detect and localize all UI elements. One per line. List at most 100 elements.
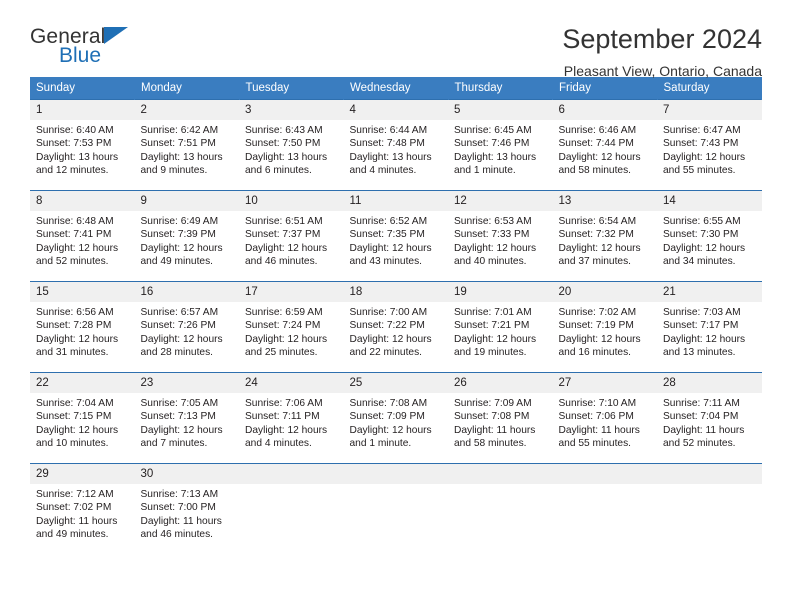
day-cell[interactable]: 29 Sunrise: 7:12 AM Sunset: 7:02 PM Dayligh… — [30, 463, 135, 552]
day-cell[interactable]: 28 Sunrise: 7:11 AM Sunset: 7:04 PM Dayligh… — [657, 372, 762, 464]
daylight-text-line1: Daylight: 13 hours — [349, 151, 432, 163]
day-cell[interactable]: 9 Sunrise: 6:49 AM Sunset: 7:39 PM Daylight… — [134, 190, 240, 282]
page-title: September 2024 — [562, 24, 762, 54]
day-cell[interactable]: 24 Sunrise: 7:06 AM Sunset: 7:11 PM Dayligh… — [239, 372, 344, 464]
day-cell[interactable]: 30 Sunrise: 7:13 AM Sunset: 7:00 PM Dayligh… — [134, 463, 240, 552]
day-cell[interactable]: 2 Sunrise: 6:42 AM Sunset: 7:51 PM Daylight… — [134, 99, 240, 191]
day-number: 5 — [448, 100, 553, 120]
day-number: 30 — [134, 464, 239, 484]
sunset-text: Sunset: 7:04 PM — [663, 411, 739, 423]
sunset-text: Sunset: 7:00 PM — [140, 502, 216, 514]
day-details: Sunrise: 7:00 AM Sunset: 7:22 PM Daylight:… — [344, 302, 449, 360]
day-cell[interactable]: 1 Sunrise: 6:40 AM Sunset: 7:53 PM Daylight… — [30, 99, 135, 191]
week-row: 8 Sunrise: 6:48 AM Sunset: 7:41 PM Daylight… — [30, 190, 762, 282]
day-number: 26 — [448, 373, 553, 393]
day-number: 17 — [239, 282, 344, 302]
daylight-text-line1: Daylight: 12 hours — [245, 242, 328, 254]
day-cell[interactable]: 22 Sunrise: 7:04 AM Sunset: 7:15 PM Dayligh… — [30, 372, 135, 464]
day-details: Sunrise: 6:48 AM Sunset: 7:41 PM Daylight:… — [30, 211, 135, 269]
day-cell[interactable]: 12 Sunrise: 6:53 AM Sunset: 7:33 PM Dayligh… — [448, 190, 553, 282]
daylight-text-line1: Daylight: 12 hours — [36, 333, 119, 345]
daylight-text-line2: and 13 minutes. — [663, 347, 736, 359]
daylight-text-line1: Daylight: 12 hours — [558, 333, 641, 345]
daylight-text-line1: Daylight: 12 hours — [349, 242, 432, 254]
day-number: 1 — [30, 100, 135, 120]
day-cell[interactable]: 14 Sunrise: 6:55 AM Sunset: 7:30 PM Dayligh… — [657, 190, 762, 282]
day-details: Sunrise: 7:11 AM Sunset: 7:04 PM Daylight:… — [657, 393, 762, 451]
day-details: Sunrise: 6:54 AM Sunset: 7:32 PM Daylight:… — [553, 211, 658, 269]
day-cell[interactable]: 5 Sunrise: 6:45 AM Sunset: 7:46 PM Daylight… — [448, 99, 553, 191]
sunset-text: Sunset: 7:35 PM — [349, 229, 425, 241]
day-details: Sunrise: 7:12 AM Sunset: 7:02 PM Daylight:… — [30, 484, 135, 542]
day-details: Sunrise: 7:09 AM Sunset: 7:08 PM Daylight:… — [448, 393, 553, 451]
day-details: Sunrise: 7:13 AM Sunset: 7:00 PM Daylight:… — [135, 484, 240, 542]
day-details: Sunrise: 6:45 AM Sunset: 7:46 PM Daylight:… — [448, 120, 553, 178]
sunset-text: Sunset: 7:53 PM — [36, 138, 112, 150]
day-number: 6 — [552, 100, 657, 120]
day-number: 10 — [239, 191, 344, 211]
daylight-text-line2: and 1 minute. — [349, 438, 412, 450]
daylight-text-line2: and 52 minutes. — [36, 256, 109, 268]
general-blue-logo[interactable]: General Blue — [30, 24, 160, 70]
day-cell[interactable]: 19 Sunrise: 7:01 AM Sunset: 7:21 PM Dayligh… — [448, 281, 553, 373]
weekday-header-sunday: Sunday — [30, 77, 135, 100]
day-details: Sunrise: 6:51 AM Sunset: 7:37 PM Daylight:… — [239, 211, 344, 269]
day-cell[interactable]: 3 Sunrise: 6:43 AM Sunset: 7:50 PM Daylight… — [239, 99, 344, 191]
day-details: Sunrise: 6:44 AM Sunset: 7:48 PM Daylight:… — [344, 120, 449, 178]
day-cell[interactable]: 7 Sunrise: 6:47 AM Sunset: 7:43 PM Daylight… — [657, 99, 762, 191]
sunset-text: Sunset: 7:39 PM — [140, 229, 216, 241]
day-number: 8 — [30, 191, 135, 211]
day-details: Sunrise: 6:47 AM Sunset: 7:43 PM Daylight:… — [657, 120, 762, 178]
day-cell[interactable]: 16 Sunrise: 6:57 AM Sunset: 7:26 PM Dayligh… — [134, 281, 240, 373]
day-number: 2 — [134, 100, 239, 120]
day-details: Sunrise: 6:40 AM Sunset: 7:53 PM Daylight:… — [30, 120, 135, 178]
day-number: 29 — [30, 464, 135, 484]
sunset-text: Sunset: 7:22 PM — [349, 320, 425, 332]
day-cell[interactable]: 27 Sunrise: 7:10 AM Sunset: 7:06 PM Dayligh… — [552, 372, 658, 464]
daylight-text-line2: and 25 minutes. — [245, 347, 318, 359]
day-cell[interactable]: 4 Sunrise: 6:44 AM Sunset: 7:48 PM Daylight… — [343, 99, 449, 191]
daylight-text-line1: Daylight: 12 hours — [558, 151, 641, 163]
day-number — [239, 464, 344, 484]
day-number: 19 — [448, 282, 553, 302]
day-cell[interactable]: 8 Sunrise: 6:48 AM Sunset: 7:41 PM Daylight… — [30, 190, 135, 282]
triangle-icon — [104, 27, 128, 44]
day-details: Sunrise: 6:42 AM Sunset: 7:51 PM Daylight:… — [135, 120, 240, 178]
day-number: 3 — [239, 100, 344, 120]
day-cell[interactable]: 18 Sunrise: 7:00 AM Sunset: 7:22 PM Dayligh… — [343, 281, 449, 373]
sunset-text: Sunset: 7:43 PM — [663, 138, 739, 150]
day-cell[interactable]: 20 Sunrise: 7:02 AM Sunset: 7:19 PM Dayligh… — [552, 281, 657, 373]
day-cell[interactable]: 21 Sunrise: 7:03 AM Sunset: 7:17 PM Dayligh… — [657, 281, 762, 373]
day-cell[interactable]: 15 Sunrise: 6:56 AM Sunset: 7:28 PM Dayligh… — [30, 281, 135, 373]
day-cell[interactable]: 13 Sunrise: 6:54 AM Sunset: 7:32 PM Dayligh… — [552, 190, 658, 282]
week-row: 22 Sunrise: 7:04 AM Sunset: 7:15 PM Dayligh… — [30, 372, 762, 464]
day-details: Sunrise: 7:10 AM Sunset: 7:06 PM Daylight:… — [553, 393, 658, 451]
day-details: Sunrise: 6:49 AM Sunset: 7:39 PM Daylight:… — [135, 211, 240, 269]
day-cell[interactable]: 17 Sunrise: 6:59 AM Sunset: 7:24 PM Dayligh… — [239, 281, 344, 373]
daylight-text-line1: Daylight: 12 hours — [36, 242, 119, 254]
sunrise-text: Sunrise: 7:03 AM — [663, 307, 741, 318]
sunrise-text: Sunrise: 6:48 AM — [36, 216, 114, 227]
day-details: Sunrise: 7:05 AM Sunset: 7:13 PM Daylight:… — [135, 393, 240, 451]
daylight-text-line2: and 37 minutes. — [558, 256, 632, 268]
daylight-text-line1: Daylight: 12 hours — [454, 333, 537, 345]
day-cell[interactable]: 26 Sunrise: 7:09 AM Sunset: 7:08 PM Dayligh… — [448, 372, 553, 464]
sunrise-text: Sunrise: 6:45 AM — [454, 125, 532, 136]
sunrise-text: Sunrise: 6:42 AM — [140, 125, 219, 136]
day-details: Sunrise: 6:57 AM Sunset: 7:26 PM Daylight:… — [135, 302, 240, 360]
daylight-text-line1: Daylight: 12 hours — [36, 424, 119, 436]
day-cell[interactable]: 10 Sunrise: 6:51 AM Sunset: 7:37 PM Dayligh… — [239, 190, 344, 282]
daylight-text-line2: and 46 minutes. — [245, 256, 318, 268]
sunset-text: Sunset: 7:06 PM — [558, 411, 634, 423]
day-number: 4 — [343, 100, 448, 120]
day-cell[interactable]: 23 Sunrise: 7:05 AM Sunset: 7:13 PM Dayligh… — [134, 372, 240, 464]
daylight-text-line2: and 4 minutes. — [245, 438, 312, 450]
sunrise-text: Sunrise: 6:59 AM — [245, 307, 323, 318]
daylight-text-line2: and 40 minutes. — [454, 256, 527, 268]
daylight-text-line2: and 19 minutes. — [454, 347, 527, 359]
day-cell[interactable]: 11 Sunrise: 6:52 AM Sunset: 7:35 PM Dayligh… — [343, 190, 448, 282]
sunset-text: Sunset: 7:26 PM — [140, 320, 216, 332]
daylight-text-line2: and 22 minutes. — [349, 347, 423, 359]
day-cell[interactable]: 6 Sunrise: 6:46 AM Sunset: 7:44 PM Daylight… — [552, 99, 657, 191]
day-cell[interactable]: 25 Sunrise: 7:08 AM Sunset: 7:09 PM Dayligh… — [343, 372, 448, 464]
